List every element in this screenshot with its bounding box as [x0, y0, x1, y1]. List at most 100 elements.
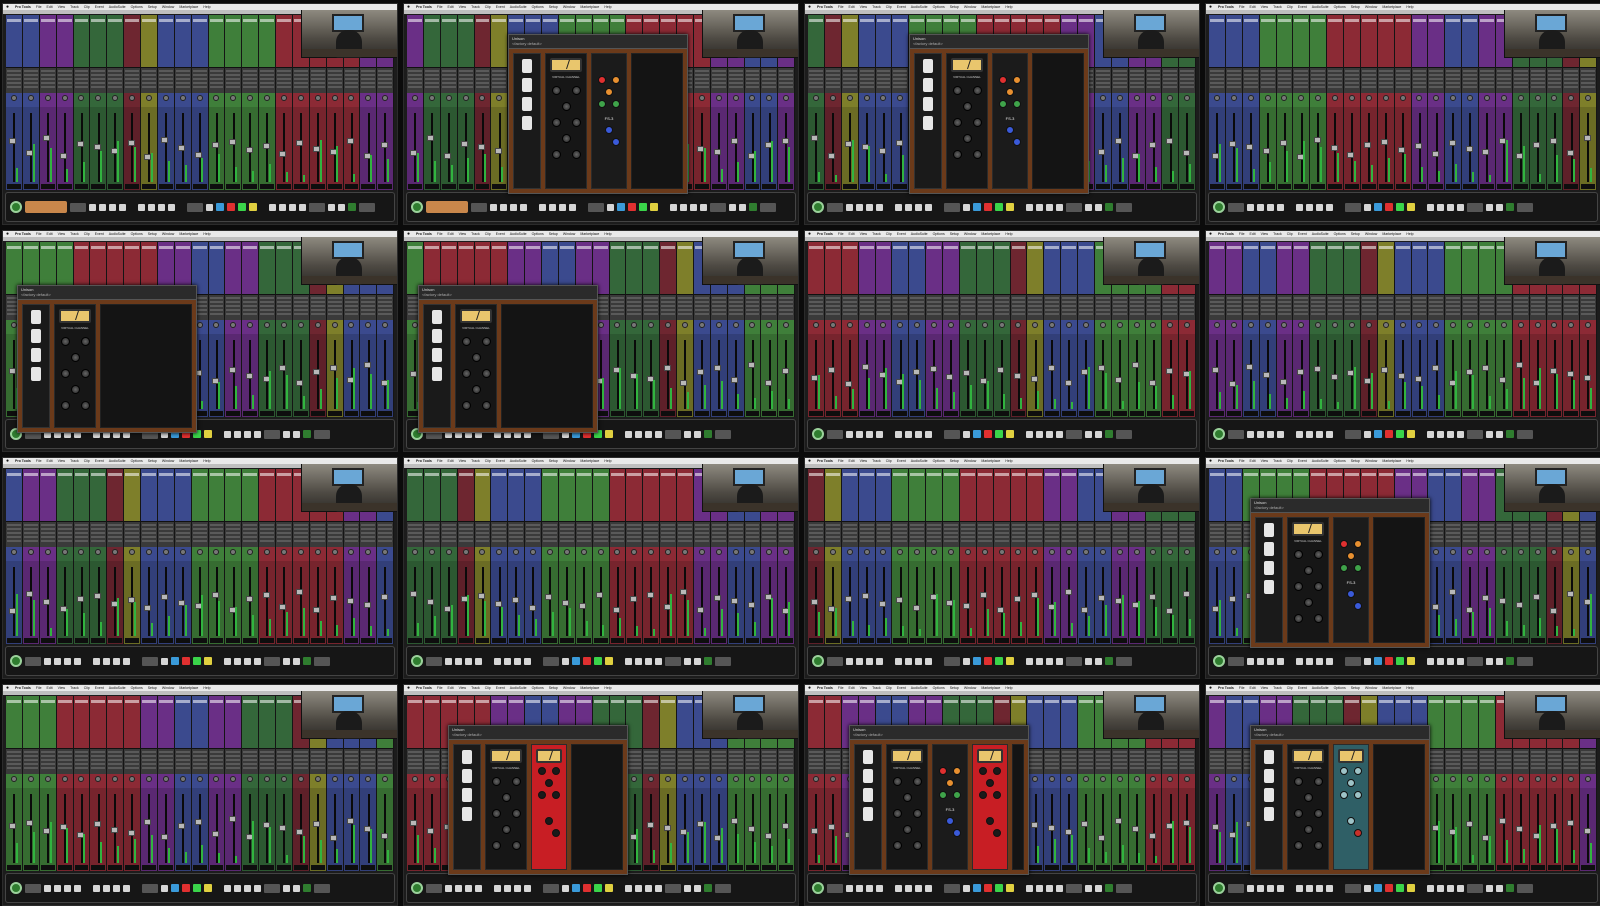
channel-name-tag[interactable]	[526, 19, 540, 22]
channel-name-tag[interactable]	[40, 19, 55, 22]
mixer-channel-strip[interactable]	[943, 242, 960, 417]
insert-slot[interactable]	[108, 86, 123, 88]
insert-slot[interactable]	[728, 82, 743, 84]
channel-knob[interactable]	[572, 118, 581, 127]
console-color-button[interactable]	[617, 203, 625, 211]
insert-slots[interactable]	[1225, 294, 1242, 320]
insert-slot[interactable]	[1112, 536, 1127, 538]
insert-slots[interactable]	[875, 294, 892, 320]
channel-name-tag[interactable]	[610, 19, 625, 22]
volume-fader[interactable]	[410, 590, 418, 597]
channel-name-tag[interactable]	[1062, 19, 1076, 22]
insert-slot[interactable]	[23, 532, 38, 534]
insert-slot[interactable]	[125, 82, 139, 84]
insert-slot[interactable]	[661, 313, 675, 315]
channel-knob[interactable]	[572, 150, 581, 159]
pan-knob[interactable]	[1167, 322, 1174, 328]
console-button[interactable]	[856, 657, 863, 665]
pan-knob[interactable]	[829, 549, 836, 555]
insert-slot[interactable]	[7, 532, 21, 534]
insert-slot[interactable]	[927, 524, 941, 526]
insert-slot[interactable]	[559, 524, 574, 526]
pan-knob[interactable]	[411, 549, 418, 555]
channel-name-tag[interactable]	[74, 19, 89, 22]
insert-slot[interactable]	[1361, 297, 1376, 299]
insert-slot[interactable]	[7, 82, 21, 84]
insert-slot[interactable]	[1496, 82, 1511, 84]
insert-slot[interactable]	[1045, 540, 1060, 542]
insert-slot[interactable]	[1530, 297, 1545, 299]
insert-slot[interactable]	[745, 82, 760, 84]
mixer-channel-strip[interactable]	[1010, 469, 1028, 644]
mixer-channel-strip[interactable]	[259, 469, 276, 644]
insert-slot[interactable]	[1226, 528, 1241, 530]
insert-slot[interactable]	[91, 70, 106, 72]
insert-slot[interactable]	[678, 301, 692, 303]
channel-name-tag[interactable]	[809, 473, 823, 476]
insert-slot[interactable]	[192, 86, 207, 88]
insert-slot[interactable]	[1496, 78, 1511, 80]
volume-fader[interactable]	[929, 365, 937, 372]
insert-slots[interactable]	[157, 521, 174, 547]
insert-slot[interactable]	[1210, 528, 1224, 530]
insert-slot[interactable]	[1496, 540, 1511, 542]
insert-slot[interactable]	[876, 74, 891, 76]
insert-slot[interactable]	[627, 297, 642, 299]
pan-knob[interactable]	[428, 95, 435, 101]
insert-slot[interactable]	[1028, 309, 1043, 311]
console-button[interactable]	[655, 430, 662, 438]
console-button[interactable]	[1257, 430, 1264, 438]
console-button[interactable]	[138, 203, 145, 211]
insert-slot[interactable]	[142, 528, 156, 530]
console-color-button[interactable]	[182, 657, 190, 665]
console-color-button[interactable]	[1385, 203, 1393, 211]
insert-slot[interactable]	[994, 532, 1009, 534]
console-button[interactable]	[1364, 430, 1371, 438]
console-button[interactable]	[1095, 203, 1102, 211]
insert-slot[interactable]	[23, 540, 38, 542]
console-color-button[interactable]	[249, 203, 257, 211]
console-button[interactable]	[625, 430, 632, 438]
channel-name-tag[interactable]	[441, 246, 456, 249]
insert-slots[interactable]	[56, 521, 73, 547]
insert-slot[interactable]	[192, 536, 207, 538]
channel-name-tag[interactable]	[57, 246, 72, 249]
channel-knob[interactable]	[973, 86, 982, 95]
insert-slot[interactable]	[108, 78, 123, 80]
insert-slots[interactable]	[1344, 294, 1360, 320]
pan-knob[interactable]	[297, 549, 304, 555]
mixer-channel-strip[interactable]	[525, 469, 542, 644]
volume-fader[interactable]	[878, 601, 886, 607]
insert-slots[interactable]	[343, 521, 360, 547]
insert-slot[interactable]	[809, 86, 823, 88]
insert-slot[interactable]	[825, 309, 840, 311]
pan-knob[interactable]	[1348, 95, 1355, 101]
channel-name-tag[interactable]	[458, 246, 473, 249]
insert-slot[interactable]	[825, 305, 840, 307]
insert-slot[interactable]	[977, 305, 992, 307]
volume-fader[interactable]	[1098, 148, 1106, 155]
insert-slots[interactable]	[73, 67, 90, 93]
insert-slot[interactable]	[310, 540, 325, 542]
insert-slot[interactable]	[1277, 86, 1292, 88]
insert-slots[interactable]	[875, 67, 892, 93]
insert-slot[interactable]	[40, 536, 55, 538]
pan-knob[interactable]	[1450, 322, 1457, 328]
insert-slot[interactable]	[842, 70, 857, 72]
pan-knob[interactable]	[1433, 549, 1440, 555]
insert-slot[interactable]	[57, 755, 72, 757]
channel-name-tag[interactable]	[960, 246, 975, 249]
insert-slot[interactable]	[243, 86, 258, 88]
console-color-button[interactable]	[348, 203, 356, 211]
console-button[interactable]	[1437, 657, 1444, 665]
channel-name-tag[interactable]	[492, 473, 507, 476]
insert-slot[interactable]	[1395, 70, 1410, 72]
insert-slot[interactable]	[876, 313, 891, 315]
insert-slot[interactable]	[74, 767, 89, 769]
insert-slot[interactable]	[57, 536, 72, 538]
insert-slot[interactable]	[475, 70, 490, 72]
channel-name-tag[interactable]	[108, 19, 123, 22]
insert-slot[interactable]	[1395, 309, 1410, 311]
insert-slot[interactable]	[1378, 297, 1393, 299]
insert-slot[interactable]	[1028, 524, 1043, 526]
